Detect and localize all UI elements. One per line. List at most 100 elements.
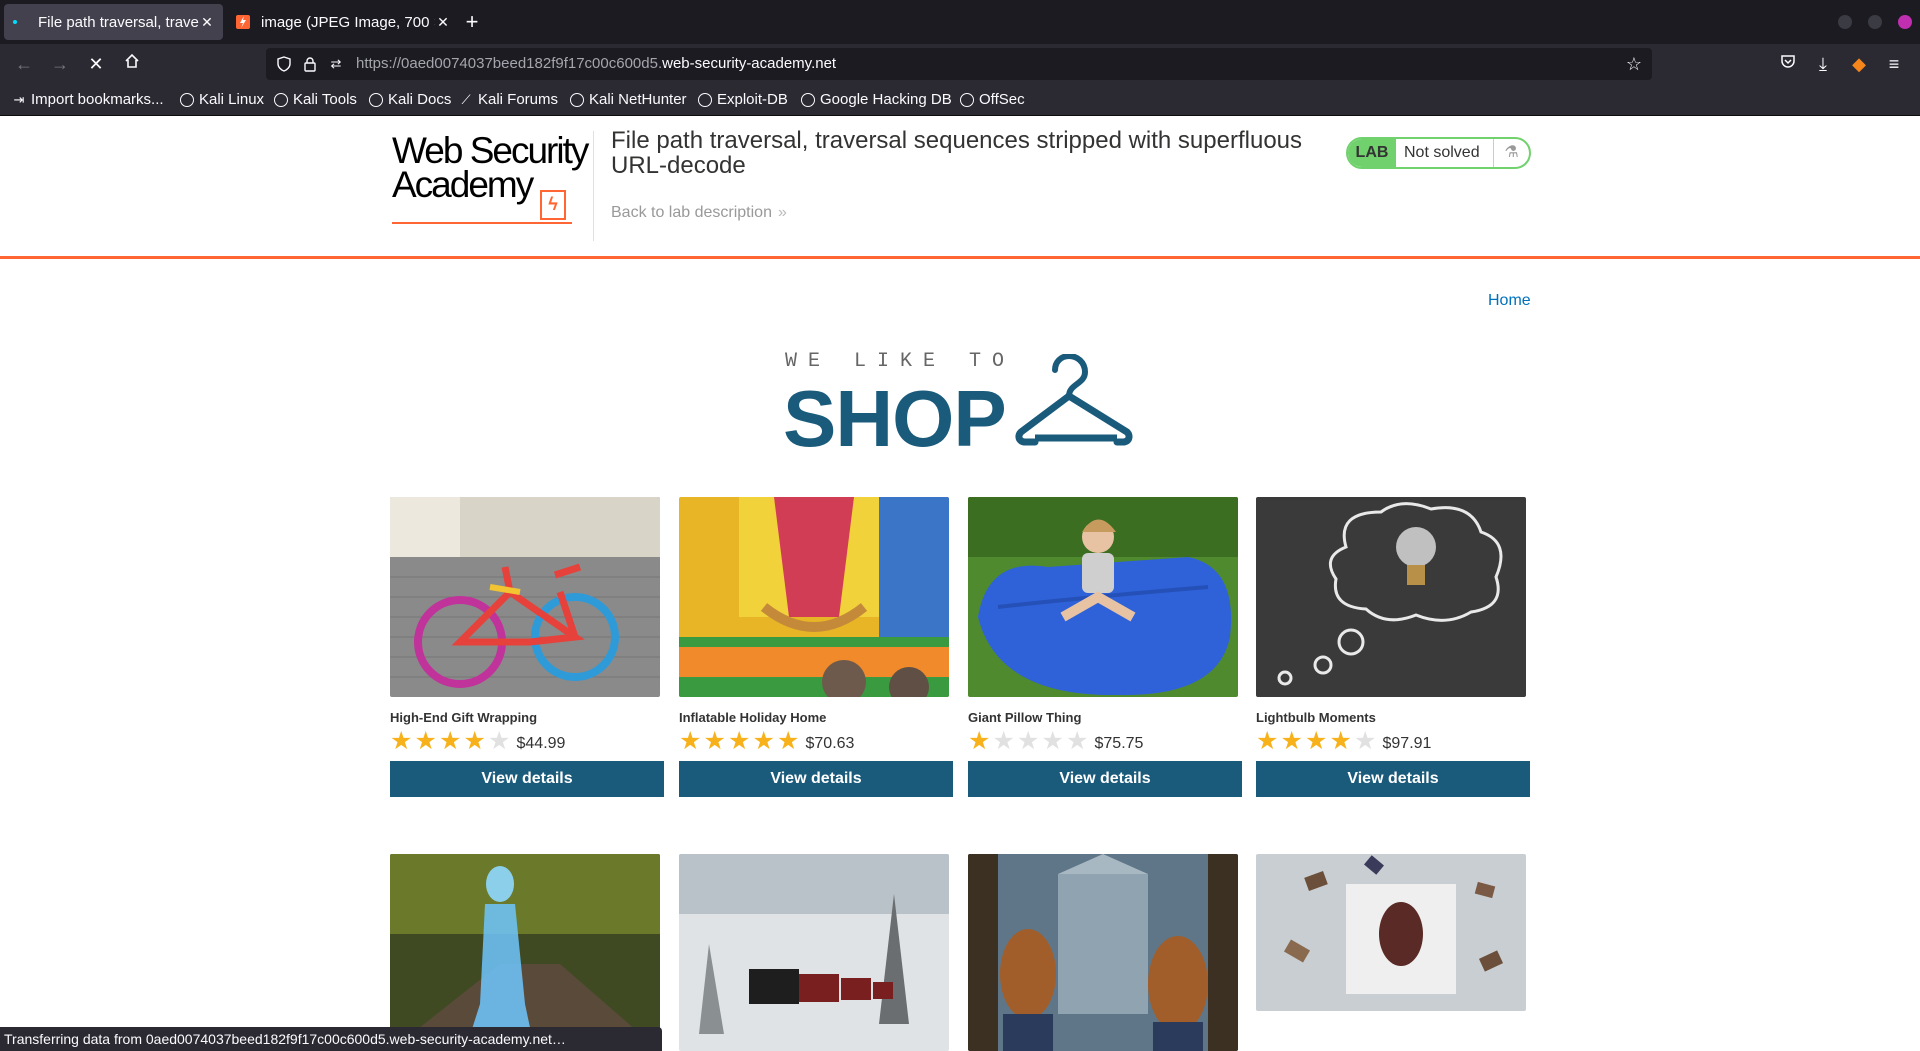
product-card	[968, 854, 1242, 1051]
view-details-button[interactable]: View details	[390, 761, 664, 797]
forward-arrow-icon[interactable]: →	[48, 52, 72, 76]
rating-stars: ★ ★ ★ ★ ★ $44.99	[390, 729, 565, 754]
product-image-inflatable-house	[679, 497, 949, 697]
portswigger-favicon-icon	[235, 14, 251, 30]
product-name: High-End Gift Wrapping	[390, 710, 538, 725]
view-details-button[interactable]: View details	[679, 761, 953, 797]
star-icon: ★	[1329, 727, 1352, 755]
star-icon: ★	[992, 727, 1015, 755]
status-bar: Transferring data from 0aed0074037beed18…	[0, 1027, 662, 1051]
star-icon: ★	[679, 727, 702, 755]
import-icon: ⇥	[13, 91, 25, 107]
product-image-steam-train	[679, 854, 949, 1051]
star-icon: ★	[703, 727, 726, 755]
pocket-icon[interactable]	[1776, 52, 1800, 76]
product-price: $97.91	[1382, 734, 1432, 752]
shop-word: SHOP	[783, 374, 1007, 463]
maximize-button[interactable]	[1868, 15, 1882, 29]
lab-title: File path traversal, traversal sequences…	[611, 127, 1303, 179]
globe-icon	[960, 92, 974, 107]
bookmark-kali-nethunter[interactable]: Kali NetHunter	[570, 91, 687, 108]
kali-dragon-icon: ⟋	[461, 91, 471, 107]
web-security-academy-logo[interactable]: Web Security Academy ϟ	[392, 132, 592, 224]
bookmark-offsec[interactable]: OffSec	[960, 91, 1025, 108]
menu-icon[interactable]: ≡	[1882, 52, 1906, 76]
tab-title: File path traversal, travers	[38, 13, 199, 31]
new-tab-button[interactable]: +	[458, 8, 486, 36]
globe-icon	[274, 92, 288, 107]
shop-tagline: WE LIKE TO	[785, 350, 1016, 373]
product-name: Lightbulb Moments	[1256, 710, 1376, 725]
lab-badge: LAB	[1348, 139, 1396, 167]
stop-loading-icon[interactable]: ✕	[84, 52, 108, 76]
address-bar[interactable]: ⇄ https://0aed0074037beed182f9f17c00c600…	[266, 48, 1652, 80]
globe-icon	[180, 92, 194, 107]
bookmark-kali-linux[interactable]: Kali Linux	[180, 91, 264, 108]
rating-stars: ★ ★ ★ ★ ★ $75.75	[968, 729, 1143, 754]
star-icon: ★	[390, 727, 413, 755]
bookmark-star-icon[interactable]: ☆	[1626, 54, 1642, 75]
star-icon: ★	[1041, 727, 1064, 755]
logo-underline	[392, 222, 572, 224]
window-close-button[interactable]	[1898, 15, 1912, 29]
bookmark-google-hacking-db[interactable]: Google Hacking DB	[801, 91, 952, 108]
rating-stars: ★ ★ ★ ★ ★ $70.63	[679, 729, 854, 754]
url-text: https://0aed0074037beed182f9f17c00c600d5…	[356, 55, 837, 72]
view-details-button[interactable]: View details	[1256, 761, 1530, 797]
product-card: Inflatable Holiday Home ★ ★ ★ ★ ★ $70.63 View…	[679, 497, 953, 807]
product-price: $44.99	[516, 734, 566, 752]
product-card	[390, 854, 664, 1051]
home-link[interactable]: Home	[1488, 292, 1531, 310]
star-icon: ★	[488, 727, 511, 755]
double-chevron-right-icon: »	[777, 204, 787, 221]
product-card: Giant Pillow Thing ★ ★ ★ ★ ★ $75.75 View deta…	[968, 497, 1242, 807]
product-name: Inflatable Holiday Home	[679, 710, 827, 725]
minimize-button[interactable]	[1838, 15, 1852, 29]
star-icon: ★	[1017, 727, 1040, 755]
product-image-giant-pillow	[968, 497, 1238, 697]
bookmark-kali-docs[interactable]: Kali Docs	[369, 91, 451, 108]
star-icon: ★	[777, 727, 800, 755]
bookmark-import[interactable]: ⇥ Import bookmarks...	[12, 91, 164, 108]
shield-icon[interactable]	[276, 56, 292, 72]
star-icon: ★	[752, 727, 775, 755]
globe-icon	[570, 92, 584, 107]
lock-icon[interactable]	[302, 56, 318, 72]
star-icon: ★	[1354, 727, 1377, 755]
product-image-feet-over-city	[968, 854, 1238, 1051]
back-to-lab-description-link[interactable]: Back to lab description»	[611, 204, 787, 222]
hanger-icon	[1015, 354, 1133, 446]
product-card: High-End Gift Wrapping ★ ★ ★ ★ ★ $44.99 View …	[390, 497, 664, 807]
star-icon: ★	[1305, 727, 1328, 755]
product-image-gift-wrapped-bicycle	[390, 497, 660, 697]
permissions-icon[interactable]: ⇄	[328, 56, 344, 72]
lab-status-widget: LAB Not solved ⚗	[1346, 137, 1531, 169]
close-icon[interactable]: ✕	[435, 14, 451, 31]
view-details-button[interactable]: View details	[968, 761, 1242, 797]
metamask-fox-icon[interactable]: ◆	[1847, 52, 1871, 76]
star-icon: ★	[439, 727, 462, 755]
tab-strip: File path traversal, travers ✕ image (JP…	[0, 0, 1920, 44]
header-divider	[593, 131, 594, 241]
bookmark-kali-tools[interactable]: Kali Tools	[274, 91, 357, 108]
bookmark-exploit-db[interactable]: Exploit-DB	[698, 91, 788, 108]
close-icon[interactable]: ✕	[199, 14, 215, 31]
globe-icon	[698, 92, 712, 107]
product-image-hologram-woman	[390, 854, 660, 1051]
product-name: Giant Pillow Thing	[968, 710, 1082, 725]
download-icon[interactable]: ⤓	[1811, 52, 1835, 76]
tab-image[interactable]: image (JPEG Image, 700 × ✕	[227, 4, 459, 40]
bookmarks-toolbar: ⇥ Import bookmarks... Kali Linux Kali Too…	[0, 84, 1920, 116]
bookmark-kali-forums[interactable]: ⟋ Kali Forums	[459, 91, 558, 108]
back-arrow-icon[interactable]: ←	[12, 52, 36, 76]
product-image-lightbulb-chalkboard	[1256, 497, 1526, 697]
tab-active[interactable]: File path traversal, travers ✕	[4, 4, 223, 40]
navigation-toolbar: ← → ✕ ⇄ https://0aed0074037beed182f9f17c…	[0, 44, 1920, 84]
star-icon: ★	[968, 727, 991, 755]
lightning-bolt-icon: ϟ	[540, 190, 566, 220]
star-icon: ★	[1256, 727, 1279, 755]
flask-icon: ⚗	[1493, 139, 1529, 167]
we-like-to-shop-logo: WE LIKE TO SHOP	[783, 350, 1139, 463]
home-icon[interactable]	[120, 52, 144, 76]
globe-icon	[369, 92, 383, 107]
